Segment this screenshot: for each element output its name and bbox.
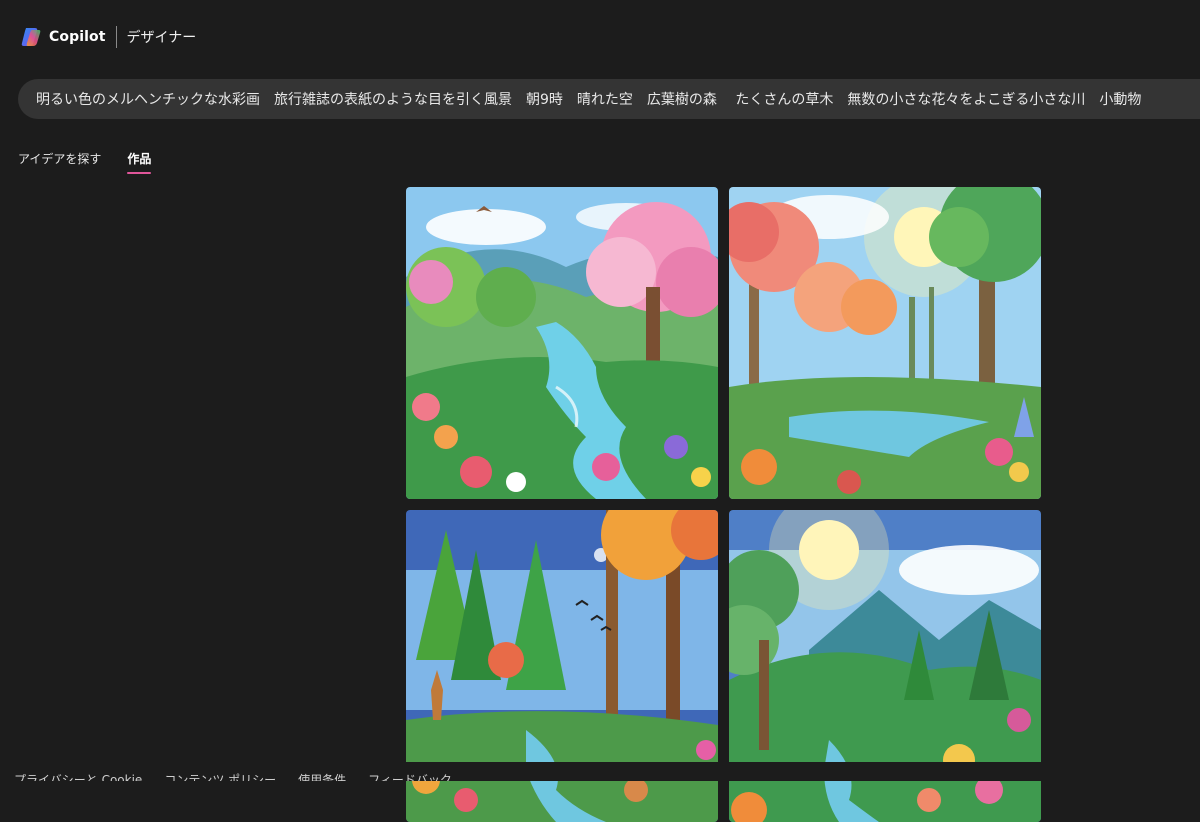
image-forest-sunburst-stream [729, 187, 1041, 499]
image-forest-river-pink-tree [406, 187, 718, 499]
generated-image-1[interactable] [406, 187, 718, 499]
header-divider [115, 26, 117, 48]
product-name: デザイナー [126, 30, 197, 46]
footer: プライバシーと Cookie コンテンツ ポリシー 使用条件 フィードバック [0, 762, 1200, 781]
footer-link-terms[interactable]: 使用条件 [298, 771, 346, 781]
footer-link-content-policy[interactable]: コンテンツ ポリシー [164, 771, 276, 781]
footer-link-privacy[interactable]: プライバシーと Cookie [14, 771, 142, 781]
generated-image-2[interactable] [729, 187, 1041, 499]
prompt-input[interactable]: 明るい色のメルヘンチックな水彩画 旅行雑誌の表紙のような目を引く風景 朝9時 晴… [18, 79, 1200, 119]
footer-links: プライバシーと Cookie コンテンツ ポリシー 使用条件 フィードバック [14, 771, 474, 781]
tab-explore-ideas[interactable]: アイデアを探す [18, 150, 101, 174]
footer-link-feedback[interactable]: フィードバック [368, 771, 452, 781]
brand-name: Copilot [49, 29, 106, 45]
tab-creations[interactable]: 作品 [127, 150, 152, 174]
header: Copilot デザイナー [0, 0, 1200, 76]
brand-area[interactable]: Copilot デザイナー [20, 26, 196, 48]
prompt-text[interactable]: 明るい色のメルヘンチックな水彩画 旅行雑誌の表紙のような目を引く風景 朝9時 晴… [18, 89, 1141, 109]
tab-bar: アイデアを探す 作品 [18, 150, 177, 174]
copilot-logo-icon [21, 28, 41, 46]
